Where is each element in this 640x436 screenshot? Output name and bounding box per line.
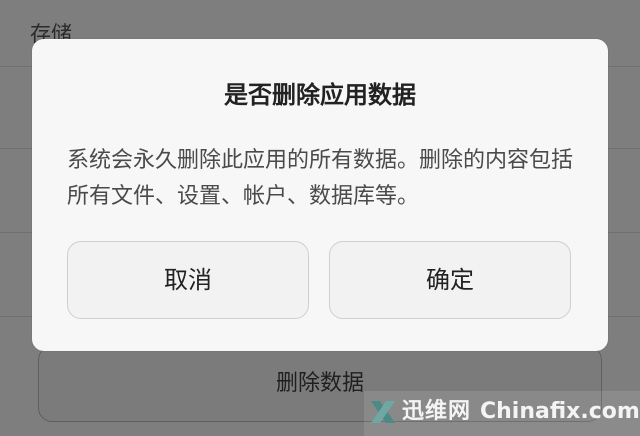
dialog-message: 系统会永久删除此应用的所有数据。删除的内容包括所有文件、设置、帐户、数据库等。 [67,148,574,209]
confirm-button[interactable]: 确定 [329,241,571,319]
dialog-title: 是否删除应用数据 [224,81,416,109]
delete-app-data-dialog: 是否删除应用数据 系统会永久删除此应用的所有数据。删除的内容包括所有文件、设置、… [32,39,608,351]
watermark-site-name-en: Chinafix.com [480,399,640,424]
watermark-site-name-cn: 迅维网 [402,399,472,424]
x-logo-icon [371,401,395,423]
cancel-button[interactable]: 取消 [67,241,309,319]
